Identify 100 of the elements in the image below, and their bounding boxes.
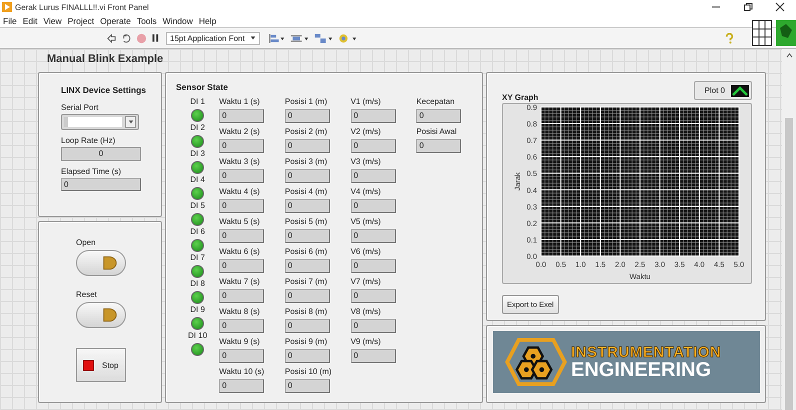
run-arrow-icon[interactable]	[106, 32, 117, 44]
vertical-scrollbar[interactable]	[782, 49, 796, 410]
field-label: Waktu 2 (s)	[219, 127, 261, 137]
field-label: Posisi 4 (m)	[284, 187, 328, 197]
indicator-field: 0	[219, 319, 264, 333]
indicator-field: 0	[284, 349, 330, 363]
led-label: DI 5	[190, 201, 205, 211]
field-label: V2 (m/s)	[350, 127, 382, 137]
field-label: V9 (m/s)	[350, 337, 382, 347]
scroll-up-icon[interactable]	[786, 53, 792, 58]
oval-button[interactable]	[76, 302, 126, 328]
field-label: Loop Rate (Hz)	[61, 136, 116, 145]
indicator-field: 0	[350, 349, 396, 363]
stop-button[interactable]: Stop	[76, 348, 126, 382]
field-label: Kecepatan	[416, 97, 456, 107]
field-label: V3 (m/s)	[350, 157, 382, 167]
indicator-field: 0	[219, 379, 264, 393]
play-triangle-icon	[101, 307, 119, 323]
field-label: Waktu 5 (s)	[219, 217, 261, 227]
field-label: Posisi 2 (m)	[284, 127, 328, 137]
logo-text: INSTRUMENTATION	[571, 344, 722, 360]
input-field[interactable]: 0	[61, 147, 141, 161]
led-label: DI 9	[190, 305, 205, 315]
indicator-field: 0	[284, 169, 330, 183]
field-label: Waktu 9 (s)	[219, 337, 261, 347]
field-label: V7 (m/s)	[350, 277, 382, 287]
field-label: Posisi 7 (m)	[284, 277, 328, 287]
button-label: Open	[76, 238, 96, 247]
led-label: DI 1	[190, 97, 205, 107]
button-label: Reset	[76, 290, 97, 299]
oval-button[interactable]	[76, 250, 126, 276]
hexagon-logo-icon	[505, 338, 567, 386]
menu-item[interactable]: Operate	[100, 16, 131, 26]
field-label: Posisi 9 (m)	[284, 337, 328, 347]
indicator-field: 0	[219, 169, 264, 183]
led-label: DI 7	[190, 253, 205, 263]
run-continuously-icon[interactable]	[121, 32, 132, 44]
indicator-field: 0	[61, 178, 141, 191]
close-button[interactable]	[775, 2, 785, 12]
field-label: V8 (m/s)	[350, 307, 382, 317]
led-label: DI 8	[190, 279, 205, 289]
logo-text: ENGINEERING	[571, 360, 712, 380]
play-triangle-icon	[101, 255, 119, 271]
caret-icon	[250, 35, 256, 41]
menu-item[interactable]: File	[3, 16, 17, 26]
indicator-field: 0	[284, 289, 330, 303]
indicator-field: 0	[219, 259, 264, 273]
restore-button[interactable]	[743, 2, 753, 12]
align-icon[interactable]	[268, 32, 286, 44]
field-label: Waktu 1 (s)	[219, 97, 261, 107]
indicator-field: 0	[350, 139, 396, 153]
pause-icon[interactable]	[151, 33, 160, 43]
indicator-field: 0	[350, 199, 396, 213]
field-label: Waktu 6 (s)	[219, 247, 261, 257]
indicator-field: 0	[284, 229, 330, 243]
graph-title: XY Graph	[502, 93, 538, 103]
field-label: V6 (m/s)	[350, 247, 382, 257]
plot-line-icon	[731, 84, 749, 96]
font-dropdown[interactable]: 15pt Application Font	[166, 32, 260, 44]
resize-icon[interactable]	[314, 32, 334, 44]
plot-legend[interactable]: Plot 0	[694, 81, 752, 100]
led-label: DI 6	[190, 227, 205, 237]
field-label: Waktu 4 (s)	[219, 187, 261, 197]
menu-item[interactable]: Help	[198, 16, 216, 26]
caret-icon	[128, 119, 134, 125]
field-label: Posisi 8 (m)	[284, 307, 328, 317]
menu-item[interactable]: View	[43, 16, 62, 26]
menu-item[interactable]: Tools	[136, 16, 157, 26]
distribute-icon[interactable]	[290, 32, 310, 44]
indicator-field: 0	[416, 109, 462, 123]
indicator-field: 0	[284, 199, 330, 213]
led-label: DI 4	[190, 175, 205, 185]
indicator-field: 0	[219, 349, 264, 363]
indicator-field: 0	[219, 139, 264, 153]
menu-item[interactable]: Edit	[22, 16, 38, 26]
led-label: DI 2	[190, 123, 205, 133]
field-label: Waktu 3 (s)	[219, 157, 261, 167]
field-label: Posisi Awal	[416, 127, 458, 137]
led-label: DI 3	[190, 149, 205, 159]
field-label: Waktu 10 (s)	[219, 367, 266, 377]
field-label: Posisi 3 (m)	[284, 157, 328, 167]
panel-heading: Manual Blink Example	[47, 52, 164, 67]
indicator-field: 0	[219, 199, 264, 213]
field-label: Posisi 10 (m)	[284, 367, 333, 377]
indicator-field: 0	[350, 169, 396, 183]
serial-port-dropdown[interactable]	[61, 114, 139, 130]
reorder-icon[interactable]	[338, 32, 358, 44]
indicator-field: 0	[284, 319, 330, 333]
menu-item[interactable]: Window	[162, 16, 193, 26]
field-label: V4 (m/s)	[350, 187, 382, 197]
field-label: Elapsed Time (s)	[61, 167, 122, 176]
menu-item[interactable]: Project	[68, 16, 94, 26]
field-label: V1 (m/s)	[350, 97, 382, 107]
panel-title: Sensor State	[176, 82, 229, 92]
field-label: Posisi 5 (m)	[284, 217, 328, 227]
indicator-field: 0	[350, 259, 396, 273]
field-label: Serial Port	[61, 103, 100, 112]
connector-pane-icon[interactable]	[752, 20, 772, 46]
indicator-field: 0	[284, 109, 330, 123]
indicator-field: 0	[219, 109, 264, 123]
